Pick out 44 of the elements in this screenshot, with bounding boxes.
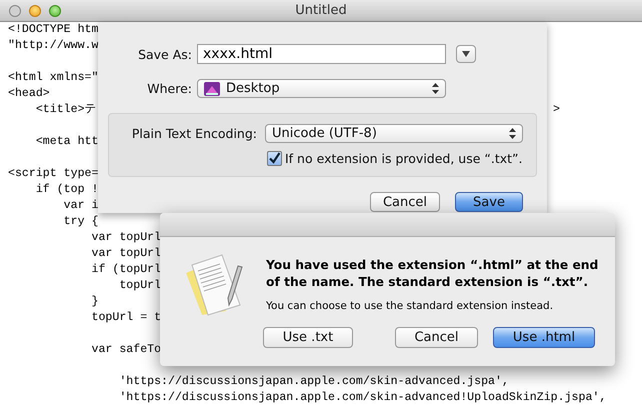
code-line: var safeTo	[90, 342, 162, 358]
code-line: 'https://discussionsjapan.apple.com/skin-advanced!UploadSkinZip.jspa',	[118, 390, 606, 406]
code-line: var topUrl	[90, 246, 162, 262]
dialog-button[interactable]: Use .txt	[263, 327, 353, 348]
code-line: <head>	[8, 86, 50, 102]
location-popup[interactable]: Desktop	[197, 79, 446, 98]
expand-button[interactable]	[456, 45, 476, 63]
encoding-popup[interactable]: Unicode (UTF-8)	[265, 124, 523, 143]
caret-icon	[462, 51, 470, 57]
code-line: <meta htt	[34, 134, 98, 150]
encoding-label: Plain Text Encoding:	[130, 126, 257, 141]
code-fragment: >	[553, 102, 560, 118]
stepper-icon	[432, 83, 439, 94]
code-line: "http://www.w	[8, 38, 98, 54]
dialog-button[interactable]: Save	[455, 192, 523, 212]
code-line: topUrl	[118, 278, 162, 294]
checkbox[interactable]	[267, 151, 282, 166]
code-line: <!DOCTYPE htm	[8, 22, 98, 38]
desktop-folder-icon	[204, 82, 220, 96]
alert-informative-text: You can choose to use the standard extension instead.	[266, 300, 554, 312]
file-name-field[interactable]: xxxx.html	[197, 44, 446, 64]
code-line: topUrl = t	[90, 310, 162, 326]
stepper-icon	[509, 128, 516, 139]
code-line: var topUrl	[90, 230, 162, 246]
where-label: Where:	[146, 81, 192, 96]
minimize-button[interactable]	[29, 4, 41, 16]
checkbox-label: If no extension is provided, use “.txt”.	[285, 151, 522, 166]
code-line: <script type=	[8, 166, 98, 182]
dialog-button[interactable]: Cancel	[370, 192, 440, 212]
code-line: try {	[62, 214, 98, 230]
zoom-button[interactable]	[49, 4, 61, 16]
code-line: var i	[62, 198, 98, 214]
code-line: }	[90, 294, 98, 310]
code-line: <html xmlns="	[8, 70, 98, 86]
dialog-button[interactable]: Use .html	[493, 327, 595, 348]
code-line: 'https://discussionsjapan.apple.com/skin-advanced.jspa',	[118, 374, 509, 390]
code-line: if (top !	[34, 182, 98, 198]
dialog-button[interactable]: Cancel	[395, 327, 478, 348]
alert-message: You have used the extension “.html” at the end of the name. The standard extension is “.txt”.	[266, 257, 600, 291]
code-line: if (topUrl	[90, 262, 162, 278]
close-button[interactable]	[9, 4, 21, 16]
save-as-label: Save As:	[137, 46, 192, 62]
window-title: Untitled	[295, 3, 347, 18]
code-line: <title>テ	[34, 102, 97, 118]
